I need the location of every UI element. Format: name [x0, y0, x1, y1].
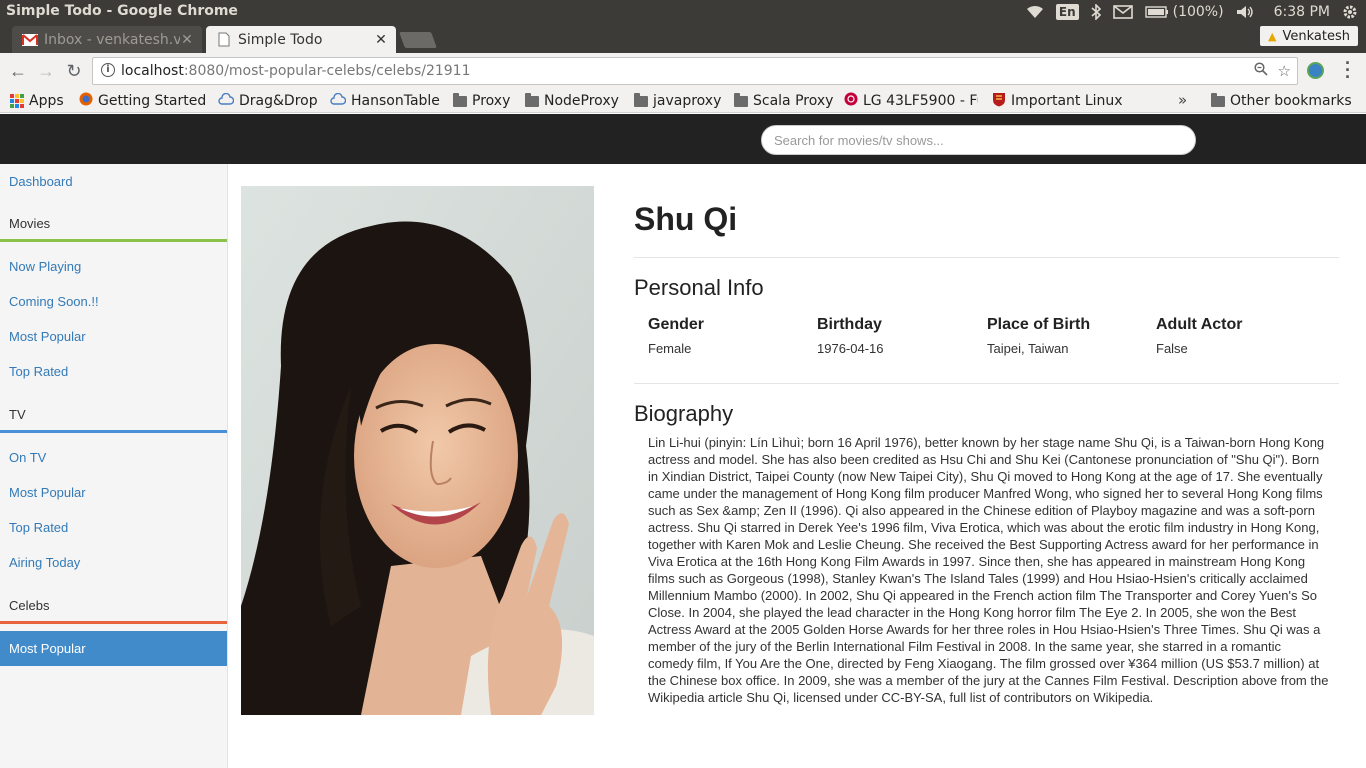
folder-icon [453, 92, 467, 107]
close-tab-icon[interactable]: ✕ [374, 32, 388, 48]
cloud-icon [218, 92, 235, 109]
tab-label: Inbox - venkatesh.v [44, 31, 180, 48]
sidebar-item-celebs-most-popular[interactable]: Most Popular [0, 631, 227, 666]
info-gender: Gender Female [648, 316, 704, 356]
info-label: Birthday [817, 316, 882, 333]
bookmark-folder-javaproxy[interactable]: javaproxy [634, 91, 721, 111]
sidebar-item-coming-soon[interactable]: Coming Soon.!! [0, 284, 227, 319]
bookmark-apps[interactable]: Apps [10, 91, 64, 111]
address-bar[interactable]: i localhost:8080/most-popular-celebs/cel… [92, 57, 1298, 85]
movies-divider [0, 239, 227, 242]
browser-menu-icon[interactable]: · · · [1342, 54, 1354, 86]
info-label: Adult Actor [1156, 316, 1243, 333]
os-title-bar: Simple Todo - Google Chrome En (100%) 6:… [0, 0, 1366, 24]
bookmark-getting-started[interactable]: Getting Started [79, 91, 206, 111]
tab-inbox[interactable]: Inbox - venkatesh.v ✕ [12, 26, 202, 53]
firefox-icon [79, 92, 93, 110]
info-value: False [1156, 341, 1188, 356]
volume-icon[interactable] [1236, 5, 1254, 19]
lg-icon [844, 92, 858, 110]
folder-icon [634, 92, 648, 107]
crest-icon [992, 92, 1006, 111]
sidebar-item-on-tv[interactable]: On TV [0, 440, 227, 475]
sidebar-item-movies-most-popular[interactable]: Most Popular [0, 319, 227, 354]
folder-icon [1211, 92, 1225, 107]
settings-gear-icon[interactable] [1342, 4, 1358, 20]
sidebar-item-airing-today[interactable]: Airing Today [0, 545, 227, 580]
bookmark-dragdrop[interactable]: Drag&Drop [218, 91, 318, 111]
bookmark-folder-nodeproxy[interactable]: NodeProxy [525, 91, 619, 111]
keyboard-language-indicator[interactable]: En [1055, 4, 1079, 20]
clock[interactable]: 6:38 PM [1274, 4, 1330, 20]
back-arrow-icon[interactable]: ← [8, 61, 28, 81]
gmail-icon [22, 33, 38, 46]
tab-simple-todo[interactable]: Simple Todo ✕ [206, 26, 396, 53]
info-value: 1976-04-16 [817, 341, 884, 356]
celebs-divider [0, 621, 227, 624]
forward-arrow-icon[interactable]: → [36, 61, 56, 81]
url-text[interactable]: localhost:8080/most-popular-celebs/celeb… [121, 63, 471, 79]
info-birthday: Birthday 1976-04-16 [817, 316, 884, 356]
info-label: Place of Birth [987, 316, 1091, 333]
browser-toolbar: ← → ↻ i localhost:8080/most-popular-cele… [0, 53, 1366, 89]
biography-heading: Biography [634, 401, 734, 426]
info-icon[interactable]: i [101, 63, 115, 77]
wifi-icon[interactable] [1026, 5, 1044, 19]
sidebar-heading-celebs: Celebs [9, 598, 50, 613]
bluetooth-icon[interactable] [1091, 4, 1101, 20]
apps-grid-icon [10, 94, 24, 108]
bookmark-other-bookmarks[interactable]: Other bookmarks [1211, 91, 1352, 111]
more-bookmarks-chevron-icon[interactable]: » [1178, 91, 1187, 109]
celeb-name-heading: Shu Qi [634, 201, 738, 237]
sidebar-item-dashboard[interactable]: Dashboard [0, 164, 227, 199]
cloud-icon [330, 92, 347, 109]
celeb-portrait-image [241, 186, 594, 715]
warning-icon: ▲ [1268, 30, 1277, 43]
divider [634, 257, 1339, 258]
info-adult-actor: Adult Actor False [1156, 316, 1243, 356]
profile-button[interactable]: ▲ Venkatesh [1260, 26, 1358, 46]
sidebar-heading-movies: Movies [9, 216, 51, 231]
page-icon [216, 32, 232, 47]
bookmark-star-icon[interactable]: ☆ [1278, 62, 1291, 80]
tv-divider [0, 430, 227, 433]
info-value: Taipei, Taiwan [987, 341, 1069, 356]
info-value: Female [648, 341, 692, 356]
reload-icon[interactable]: ↻ [64, 61, 84, 81]
battery-icon[interactable] [1144, 6, 1169, 18]
biography-text: Lin Li-hui (pinyin: Lín Lìhuì; born 16 A… [648, 435, 1329, 705]
sidebar-heading-tv: TV [9, 407, 26, 422]
sidebar: Dashboard Movies Now Playing Coming Soon… [0, 164, 228, 768]
divider [634, 383, 1339, 384]
bookmarks-bar: Apps Getting Started Drag&Drop HansonTab… [0, 89, 1366, 113]
sidebar-item-now-playing[interactable]: Now Playing [0, 249, 227, 284]
system-tray: En (100%) 6:38 PM [1026, 0, 1358, 24]
sidebar-item-tv-most-popular[interactable]: Most Popular [0, 475, 227, 510]
browser-tab-strip: Inbox - venkatesh.v ✕ Simple Todo ✕ ▲ Ve… [0, 24, 1366, 53]
app-header [0, 114, 1366, 164]
bookmark-folder-proxy[interactable]: Proxy [453, 91, 510, 111]
sidebar-item-tv-top-rated[interactable]: Top Rated [0, 510, 227, 545]
personal-info-heading: Personal Info [634, 275, 764, 300]
folder-icon [734, 92, 748, 107]
bookmark-important-linux[interactable]: Important Linux [992, 91, 1124, 111]
folder-icon [525, 92, 539, 107]
info-place-of-birth: Place of Birth Taipei, Taiwan [987, 316, 1090, 356]
info-label: Gender [648, 316, 705, 333]
mail-icon[interactable] [1112, 5, 1133, 19]
extension-icon[interactable] [1307, 62, 1324, 79]
new-tab-button[interactable] [399, 32, 437, 48]
tab-label: Simple Todo [238, 31, 323, 48]
search-input[interactable] [761, 125, 1196, 155]
sidebar-item-movies-top-rated[interactable]: Top Rated [0, 354, 227, 389]
bookmark-lg-tv[interactable]: LG 43LF5900 - Fu [844, 91, 978, 111]
close-tab-icon[interactable]: ✕ [180, 32, 194, 48]
bookmark-hansontable[interactable]: HansonTable [330, 91, 440, 111]
profile-name: Venkatesh [1282, 29, 1351, 44]
window-title: Simple Todo - Google Chrome [6, 3, 238, 19]
zoom-search-icon[interactable] [1253, 62, 1268, 80]
bookmark-folder-scala-proxy[interactable]: Scala Proxy [734, 91, 833, 111]
battery-percentage: (100%) [1172, 4, 1224, 20]
